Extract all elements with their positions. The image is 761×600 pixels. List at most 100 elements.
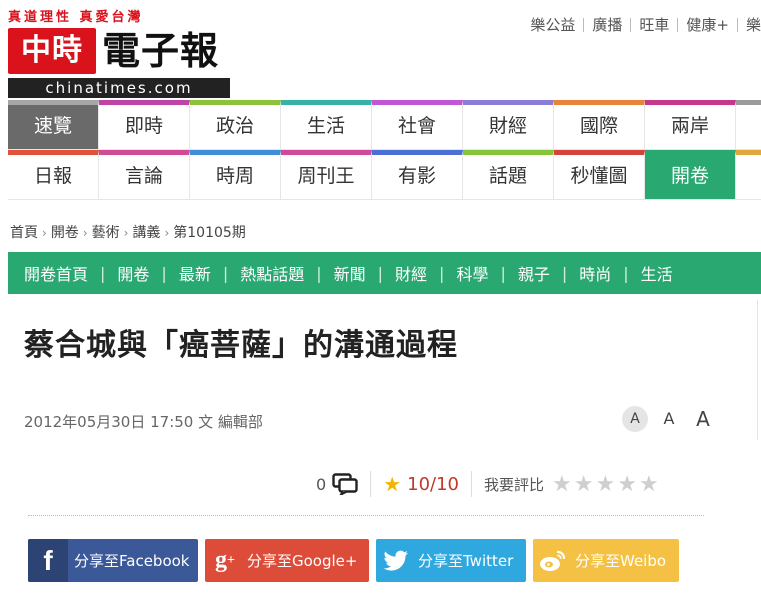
breadcrumb-issue: 第10105期 <box>173 225 246 241</box>
divider: | <box>316 263 322 283</box>
breadcrumb-open-book[interactable]: 開卷 <box>51 225 79 241</box>
divider <box>757 300 758 440</box>
share-google-button[interactable]: g + 分享至Google+ <box>205 539 369 582</box>
nav-item-infographic[interactable]: 秒懂圖 <box>554 150 645 200</box>
comment-count[interactable]: 0 <box>316 475 326 494</box>
article-meta: 2012年05月30日 17:50 文 編輯部 <box>24 413 263 431</box>
google-plus-icon: g + <box>215 547 235 573</box>
rate-star-icon[interactable]: ★ <box>617 472 637 497</box>
divider <box>471 471 472 497</box>
nav-item-weekly-king[interactable]: 周刊王 <box>281 150 372 200</box>
star-icon: ★ <box>383 472 402 496</box>
divider: | <box>623 263 629 283</box>
rate-star-icon[interactable]: ★ <box>574 472 594 497</box>
main-nav-row-1: 速覽 即時 政治 生活 社會 財經 國際 兩岸 <box>8 100 761 150</box>
subnav-open-book-home[interactable]: 開卷首頁 <box>24 261 88 285</box>
subnav-news[interactable]: 新聞 <box>334 261 366 285</box>
divider: | <box>161 263 167 283</box>
section-subnav: 開卷首頁 | 開卷 | 最新 | 熱點話題 | 新聞 | 財經 | 科學 | 親子 | 時尚 | … <box>8 252 761 294</box>
top-link-radio[interactable]: 廣播 <box>592 14 622 35</box>
facebook-icon: f <box>28 539 68 582</box>
font-size-small-button[interactable]: A <box>622 406 648 432</box>
site-slogan: 真道理性 真愛台灣 <box>8 10 144 25</box>
nav-item-times-weekly[interactable]: 時周 <box>190 150 281 200</box>
chevron-right-icon: › <box>123 226 129 240</box>
subnav-open-book[interactable]: 開卷 <box>117 261 149 285</box>
rate-star-icon[interactable]: ★ <box>552 472 572 497</box>
breadcrumb: 首頁 › 開卷 › 藝術 › 講義 › 第10105期 <box>10 222 246 242</box>
nav-item-politics[interactable]: 政治 <box>190 100 281 150</box>
nav-item-realtime[interactable]: 即時 <box>99 100 190 150</box>
top-link-health[interactable]: 健康+ <box>686 14 729 35</box>
main-nav-row-2: 日報 言論 時周 周刊王 有影 話題 秒懂圖 開卷 <box>8 150 761 200</box>
subnav-science[interactable]: 科學 <box>456 261 488 285</box>
rate-star-icon[interactable]: ★ <box>639 472 659 497</box>
nav-item-open-book[interactable]: 開卷 <box>645 150 736 200</box>
comment-bubble-icon[interactable] <box>332 473 358 498</box>
divider <box>736 17 738 32</box>
rate-stars: ★ ★ ★ ★ ★ <box>552 472 661 497</box>
divider: | <box>100 263 106 283</box>
nav-item-video[interactable]: 有影 <box>372 150 463 200</box>
subnav-life[interactable]: 生活 <box>641 261 673 285</box>
top-link-car[interactable]: 旺車 <box>639 14 669 35</box>
divider <box>630 17 632 32</box>
top-links: 樂公益 廣播 旺車 健康+ 樂 <box>530 14 761 35</box>
divider: | <box>561 263 568 283</box>
share-buttons: f 分享至Facebook g + 分享至Google+ 分享至Twitter 分… <box>28 539 686 582</box>
rating-bar: 0 ★ 10/10 我要評比 ★ ★ ★ ★ ★ <box>316 466 661 502</box>
divider <box>677 17 679 32</box>
weibo-icon <box>533 539 573 582</box>
share-facebook-button[interactable]: f 分享至Facebook <box>28 539 198 582</box>
rating-score: 10/10 <box>407 473 459 495</box>
divider: | <box>222 263 229 283</box>
share-twitter-label: 分享至Twitter <box>418 552 514 570</box>
breadcrumb-home[interactable]: 首頁 <box>10 225 38 241</box>
nav-item-finance[interactable]: 財經 <box>463 100 554 150</box>
twitter-icon <box>376 539 416 582</box>
nav-item-daily[interactable]: 日報 <box>8 150 99 200</box>
divider <box>370 471 372 497</box>
divider <box>583 17 585 32</box>
nav-item-life[interactable]: 生活 <box>281 100 372 150</box>
subnav-finance[interactable]: 財經 <box>395 261 427 285</box>
article-title: 蔡合城與「癌菩薩」的溝通過程 <box>24 328 458 363</box>
main-nav: 速覽 即時 政治 生活 社會 財經 國際 兩岸 日報 言論 時周 周刊王 有影 … <box>8 100 761 200</box>
top-link-more[interactable]: 樂 <box>746 14 761 35</box>
nav-item-society[interactable]: 社會 <box>372 100 463 150</box>
nav-item-overview[interactable]: 速覽 <box>8 100 99 150</box>
share-weibo-label: 分享至Weibo <box>575 552 667 570</box>
logo-domain: chinatimes.com <box>8 78 230 98</box>
share-twitter-button[interactable]: 分享至Twitter <box>376 539 526 582</box>
chevron-right-icon: › <box>42 226 47 240</box>
nav-item-cross-strait[interactable]: 兩岸 <box>645 100 736 150</box>
logo-mark: 中時 <box>8 28 96 74</box>
chevron-right-icon: › <box>164 226 170 240</box>
nav-item-international[interactable]: 國際 <box>554 100 645 150</box>
logo-text: 電子報 <box>102 29 220 73</box>
font-size-medium-button[interactable]: A <box>656 406 682 432</box>
nav-item-more-2[interactable] <box>736 150 761 200</box>
subnav-fashion[interactable]: 時尚 <box>579 261 611 285</box>
font-size-controls: A A A <box>622 406 724 432</box>
subnav-hot-topics[interactable]: 熱點話題 <box>240 261 304 285</box>
share-google-label: 分享至Google+ <box>247 552 358 570</box>
nav-item-opinion[interactable]: 言論 <box>99 150 190 200</box>
chevron-right-icon: › <box>82 226 88 240</box>
divider: | <box>439 263 445 283</box>
font-size-large-button[interactable]: A <box>690 406 716 432</box>
nav-item-more[interactable] <box>736 100 761 150</box>
site-logo[interactable]: 真道理性 真愛台灣 中時 電子報 chinatimes.com <box>8 6 230 98</box>
divider: | <box>377 263 384 283</box>
divider: | <box>500 263 506 283</box>
share-facebook-label: 分享至Facebook <box>74 552 190 570</box>
rate-star-icon[interactable]: ★ <box>595 472 615 497</box>
nav-item-topics[interactable]: 話題 <box>463 150 554 200</box>
subnav-latest[interactable]: 最新 <box>179 261 211 285</box>
top-link-charity[interactable]: 樂公益 <box>530 14 575 35</box>
divider <box>28 515 704 516</box>
breadcrumb-lecture[interactable]: 講義 <box>132 225 160 241</box>
share-weibo-button[interactable]: 分享至Weibo <box>533 539 679 582</box>
subnav-parenting[interactable]: 親子 <box>518 261 550 285</box>
breadcrumb-art[interactable]: 藝術 <box>92 225 120 241</box>
